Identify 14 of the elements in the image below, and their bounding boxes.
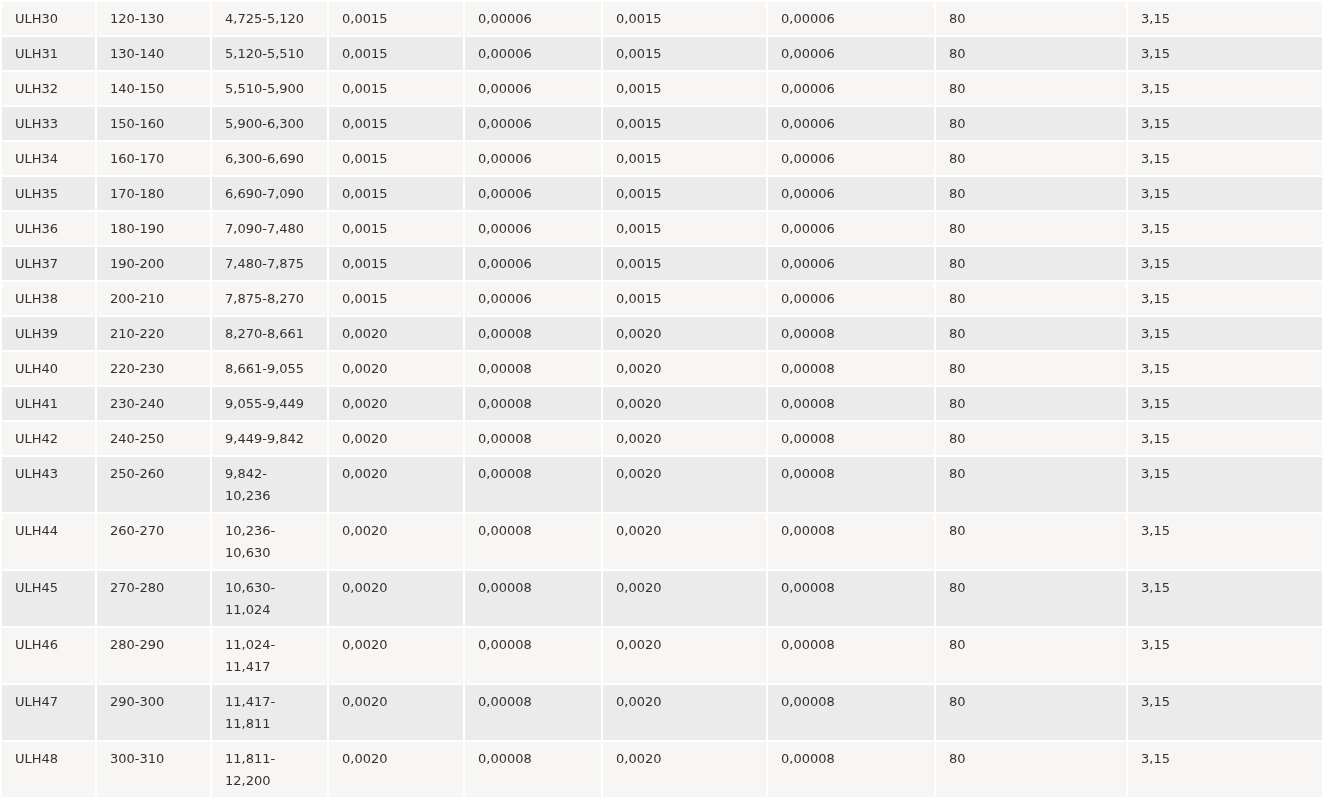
table-cell: 300-310	[96, 741, 211, 798]
table-cell: 0,00008	[464, 741, 602, 798]
table-cell: 3,15	[1127, 741, 1323, 798]
table-cell: 0,0020	[328, 741, 464, 798]
table-cell: ULH30	[1, 1, 96, 36]
table-cell: 11,811-12,200	[211, 741, 328, 798]
table-cell: 3,15	[1127, 1, 1323, 36]
table-cell: 80	[935, 1, 1127, 36]
table-cell: 0,0020	[602, 741, 767, 798]
table-cell: ULH48	[1, 741, 96, 798]
table-cell: 0,0015	[602, 1, 767, 36]
table-cell: 80	[935, 741, 1127, 798]
table-cell: 0,00008	[767, 741, 935, 798]
table-cell: 0,00006	[767, 1, 935, 36]
